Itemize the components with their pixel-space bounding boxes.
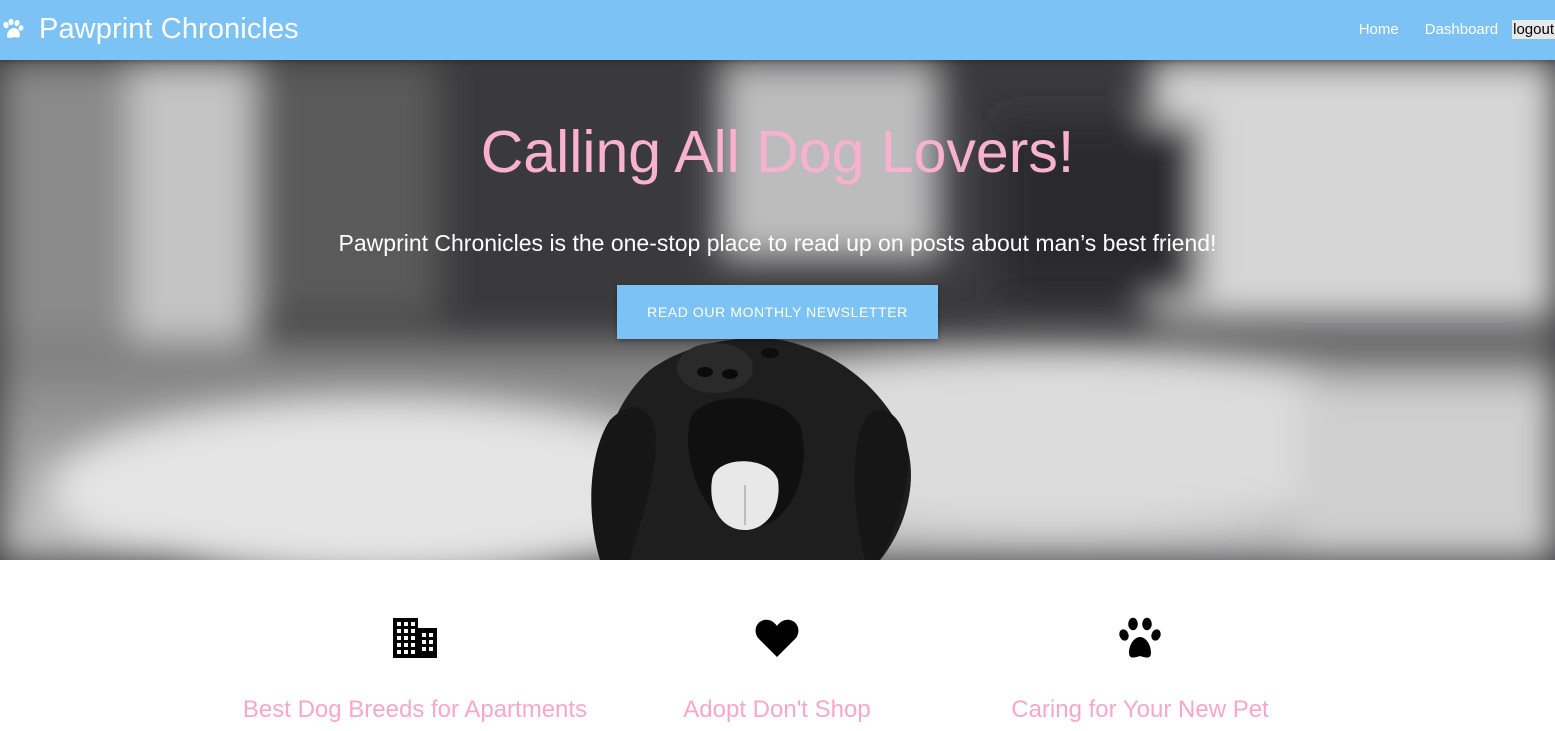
hero-subtitle: Pawprint Chronicles is the one-stop plac… [338, 230, 1217, 256]
heart-icon [755, 619, 799, 657]
feature-title: Adopt Don't Shop [683, 696, 871, 723]
hero-banner: Calling All Dog Lovers! Pawprint Chronic… [0, 60, 1555, 560]
paw-icon [1119, 617, 1161, 658]
nav-links: Home Dashboard logout [1359, 0, 1555, 58]
logout-button[interactable]: logout [1512, 19, 1555, 39]
hero-title: Calling All Dog Lovers! [480, 119, 1075, 185]
feature-title: Caring for Your New Pet [1011, 696, 1269, 723]
brand-title: Pawprint Chronicles [39, 12, 299, 45]
navbar: Pawprint Chronicles Home Dashboard logou… [0, 0, 1555, 60]
building-icon [393, 618, 437, 658]
nav-link-dashboard[interactable]: Dashboard [1425, 21, 1498, 38]
brand-link[interactable]: Pawprint Chronicles [0, 0, 299, 58]
newsletter-button[interactable]: READ OUR MONTHLY NEWSLETTER [617, 285, 938, 339]
nav-link-home[interactable]: Home [1359, 21, 1399, 38]
feature-title: Best Dog Breeds for Apartments [242, 696, 588, 723]
paw-icon [3, 18, 24, 38]
features-section: Best Dog Breeds for Apartments Adopt Don… [0, 560, 1555, 731]
